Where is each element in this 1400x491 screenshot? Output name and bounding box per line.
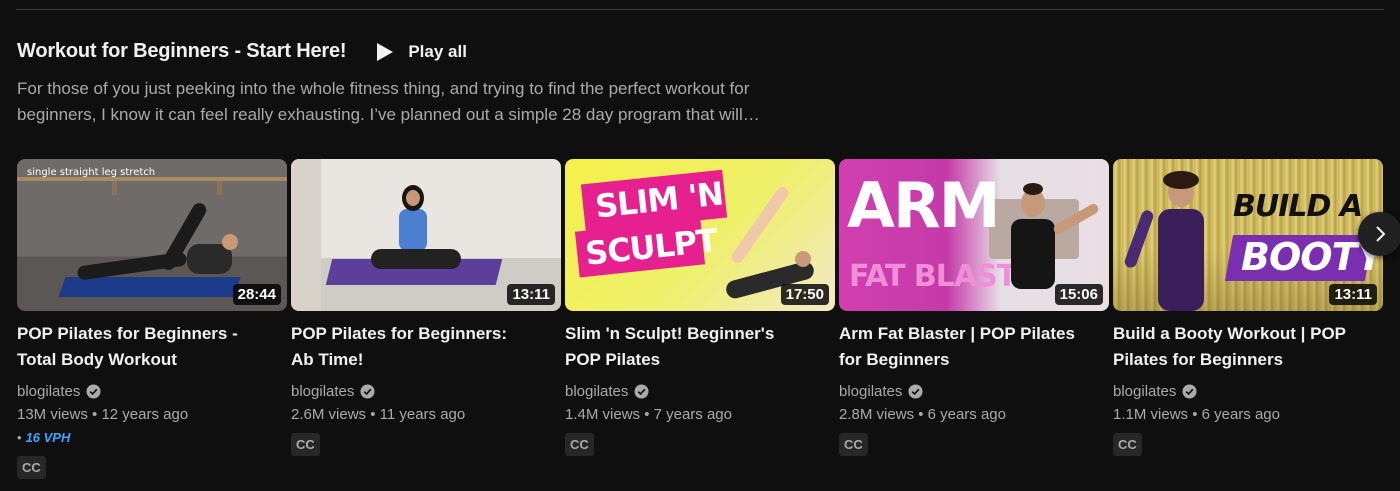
cc-badge: CC: [839, 433, 868, 456]
shelf-description-line-2: beginners, I know it can feel really exh…: [17, 105, 760, 124]
video-title-line-2: for Beginners: [839, 350, 950, 369]
video-meta: 2.6M views • 11 years ago: [291, 406, 466, 423]
video-card: single straight leg stretch 28:44 POP Pi…: [17, 159, 287, 479]
channel-name[interactable]: blogilates: [1113, 383, 1197, 400]
channel-label: blogilates: [1113, 383, 1177, 400]
verified-check-icon: [634, 384, 649, 399]
thumbnail-caption: single straight leg stretch: [27, 167, 156, 178]
video-meta: 13M views • 12 years ago: [17, 406, 189, 423]
video-thumbnail[interactable]: single straight leg stretch 28:44: [17, 159, 287, 311]
channel-label: blogilates: [17, 383, 81, 400]
figure-torso: [1011, 219, 1055, 289]
duration-badge: 15:06: [1054, 284, 1103, 305]
video-title-line-1: Slim 'n Sculpt! Beginner's: [565, 324, 775, 343]
shelf-description-line-1: For those of you just peeking into the w…: [17, 79, 750, 98]
cc-badge: CC: [1113, 433, 1142, 456]
video-meta: 1.1M views • 6 years ago: [1113, 406, 1280, 423]
video-card: SLIM 'N SCULPT 17:50 Slim 'n Sculpt! Beg…: [565, 159, 835, 456]
figure-hair: [1163, 171, 1199, 189]
play-all-label: Play all: [408, 41, 467, 61]
play-all-button[interactable]: Play all: [376, 42, 467, 62]
video-card: BUILD A BOOTY 13:11 Build a Booty Workou…: [1113, 159, 1383, 456]
figure-torso: [1158, 209, 1204, 311]
shelf-header: Workout for Beginners - Start Here! Play…: [17, 40, 467, 63]
verified-check-icon: [1182, 384, 1197, 399]
video-title-line-1: POP Pilates for Beginners:: [291, 324, 508, 343]
duration-badge: 28:44: [232, 284, 281, 305]
channel-name[interactable]: blogilates: [17, 383, 101, 400]
thumbnail-text-line-2: FAT BLAST: [849, 259, 1017, 294]
verified-check-icon: [86, 384, 101, 399]
video-title-line-2: Pilates for Beginners: [1113, 350, 1284, 369]
duration-badge: 13:11: [507, 284, 555, 305]
duration-badge: 13:11: [1329, 284, 1377, 305]
barre-bracket: [112, 181, 117, 195]
next-arrow-button[interactable]: [1358, 212, 1400, 256]
vph-stat: • 16 VPH: [17, 430, 71, 445]
video-title-line-1: Build a Booty Workout | POP: [1113, 324, 1347, 343]
video-meta: 1.4M views • 7 years ago: [565, 406, 732, 423]
figure-torso: [399, 209, 427, 251]
video-title[interactable]: Slim 'n Sculpt! Beginner's POP Pilates: [565, 321, 827, 373]
channel-label: blogilates: [565, 383, 629, 400]
video-title-line-1: POP Pilates for Beginners -: [17, 324, 238, 343]
wall-panel: [291, 159, 321, 311]
duration-badge: 17:50: [780, 284, 829, 305]
play-icon: [377, 42, 394, 61]
video-thumbnail[interactable]: SLIM 'N SCULPT 17:50: [565, 159, 835, 311]
video-thumbnail[interactable]: BUILD A BOOTY 13:11: [1113, 159, 1383, 311]
channel-label: blogilates: [839, 383, 903, 400]
top-divider: [16, 9, 1384, 10]
video-title[interactable]: Build a Booty Workout | POP Pilates for …: [1113, 321, 1375, 373]
cc-badge: CC: [291, 433, 320, 456]
figure-leg-raised: [729, 184, 791, 266]
video-title-line-1: Arm Fat Blaster | POP Pilates: [839, 324, 1075, 343]
yoga-mat: [58, 277, 241, 297]
video-card: 13:11 POP Pilates for Beginners: Ab Time…: [291, 159, 561, 456]
thumbnail-text-line-1: ARM: [847, 169, 1000, 242]
verified-check-icon: [908, 384, 923, 399]
verified-check-icon: [360, 384, 375, 399]
video-meta: 2.8M views • 6 years ago: [839, 406, 1006, 423]
channel-label: blogilates: [291, 383, 355, 400]
video-title-line-2: Ab Time!: [291, 350, 364, 369]
figure-head: [795, 251, 811, 267]
figure-head: [222, 234, 238, 250]
cc-badge: CC: [17, 456, 46, 479]
figure-face: [406, 190, 420, 206]
figure-legs: [371, 249, 461, 269]
video-thumbnail[interactable]: 13:11: [291, 159, 561, 311]
video-title[interactable]: Arm Fat Blaster | POP Pilates for Beginn…: [839, 321, 1101, 373]
video-title-line-2: POP Pilates: [565, 350, 661, 369]
video-thumbnail[interactable]: ARM FAT BLAST 15:06: [839, 159, 1109, 311]
shelf-description: For those of you just peeking into the w…: [17, 76, 817, 128]
channel-name[interactable]: blogilates: [839, 383, 923, 400]
chevron-right-icon: [1376, 226, 1386, 242]
channel-name[interactable]: blogilates: [565, 383, 649, 400]
figure-hair: [1023, 183, 1043, 195]
shelf-title[interactable]: Workout for Beginners - Start Here!: [17, 40, 347, 63]
video-title-line-2: Total Body Workout: [17, 350, 177, 369]
barre-bracket: [217, 181, 222, 195]
vph-value: 16 VPH: [25, 430, 71, 445]
thumbnail-text-line-1: BUILD A: [1233, 189, 1363, 224]
video-card: ARM FAT BLAST 15:06 Arm Fat Blaster | PO…: [839, 159, 1109, 456]
video-title[interactable]: POP Pilates for Beginners: Ab Time!: [291, 321, 553, 373]
video-title[interactable]: POP Pilates for Beginners - Total Body W…: [17, 321, 279, 373]
cc-badge: CC: [565, 433, 594, 456]
channel-name[interactable]: blogilates: [291, 383, 375, 400]
